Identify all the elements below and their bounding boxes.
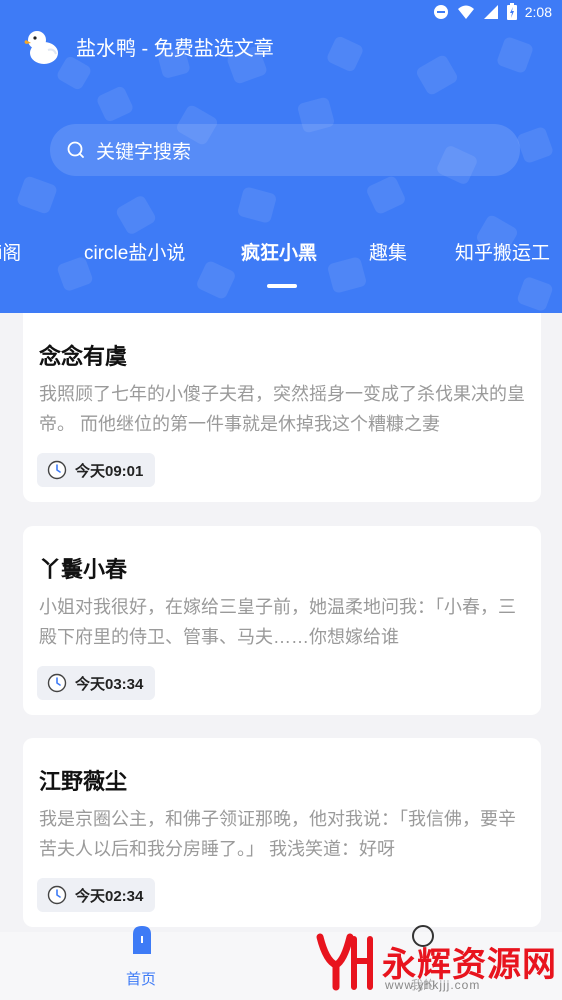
app-bar: 盐水鸭 - 免费盐选文章 (22, 26, 274, 66)
wifi-icon (457, 5, 474, 19)
tab-4[interactable]: 趣集 (369, 238, 407, 270)
clock-icon (47, 460, 67, 480)
tab-3[interactable]: 疯狂小黑 (241, 238, 317, 270)
category-tabs: i阁 circle盐小说 疯狂小黑 趣集 知乎搬运工 (0, 238, 562, 272)
tab-1[interactable]: i阁 (0, 238, 21, 270)
article-title: 丫鬟小春 (39, 557, 128, 582)
article-card[interactable]: 丫鬟小春 小姐对我很好，在嫁给三皇子前，她温柔地问我：「小春，三殿下府里的侍卫、… (23, 526, 541, 715)
article-title: 念念有虞 (39, 344, 128, 369)
article-time: 今天02:34 (75, 887, 144, 905)
time-chip: 今天02:34 (37, 878, 156, 912)
active-tab-indicator (267, 284, 297, 288)
app-title: 盐水鸭 - 免费盐选文章 (76, 37, 274, 60)
clock-icon (47, 673, 67, 693)
time-chip: 今天03:34 (37, 666, 156, 700)
nav-home[interactable]: 首页 (96, 926, 186, 1000)
article-excerpt: 我照顾了七年的小傻子夫君，突然摇身一变成了杀伐果决的皇帝。 而他继位的第一件事就… (39, 384, 525, 434)
nav-home-label: 首页 (125, 971, 156, 988)
article-card[interactable]: 念念有虞 我照顾了七年的小傻子夫君，突然摇身一变成了杀伐果决的皇帝。 而他继位的… (23, 313, 541, 502)
watermark-logo-icon (316, 933, 373, 991)
do-not-disturb-icon (433, 4, 448, 19)
search-icon (67, 141, 84, 158)
signal-icon (483, 4, 498, 19)
article-time: 今天09:01 (75, 462, 144, 480)
status-time: 2:08 (524, 3, 552, 20)
home-icon (133, 926, 151, 954)
article-feed: 念念有虞 我照顾了七年的小傻子夫君，突然摇身一变成了杀伐果决的皇帝。 而他继位的… (0, 313, 562, 933)
clock-icon (47, 885, 67, 905)
article-time: 今天03:34 (75, 675, 144, 693)
watermark-url: www.yhkjjj.com (385, 978, 481, 992)
battery-icon (506, 3, 517, 20)
article-excerpt: 我是京圈公主，和佛子领证那晚，他对我说：「我信佛，要辛苦夫人以后和我分房睡了。」… (39, 809, 516, 859)
duck-logo-icon (24, 31, 58, 64)
article-title: 江野薇尘 (39, 769, 128, 794)
tab-5[interactable]: 知乎搬运工 (455, 238, 562, 270)
article-excerpt: 小姐对我很好，在嫁给三皇子前，她温柔地问我：「小春，三殿下府里的侍卫、管事、马夫… (39, 597, 516, 647)
time-chip: 今天09:01 (37, 453, 156, 487)
search-placeholder: 关键字搜索 (96, 141, 192, 163)
search-bar[interactable]: 关键字搜索 (50, 124, 520, 176)
status-bar: 2:08 (0, 0, 562, 24)
tab-2[interactable]: circle盐小说 (84, 238, 185, 270)
status-icons: 2:08 (433, 3, 552, 20)
article-card[interactable]: 江野薇尘 我是京圈公主，和佛子领证那晚，他对我说：「我信佛，要辛苦夫人以后和我分… (23, 738, 541, 927)
header: 2:08 盐水鸭 - 免费盐选文章 关键字搜索 i阁 circle盐小说 疯狂小… (0, 0, 562, 313)
